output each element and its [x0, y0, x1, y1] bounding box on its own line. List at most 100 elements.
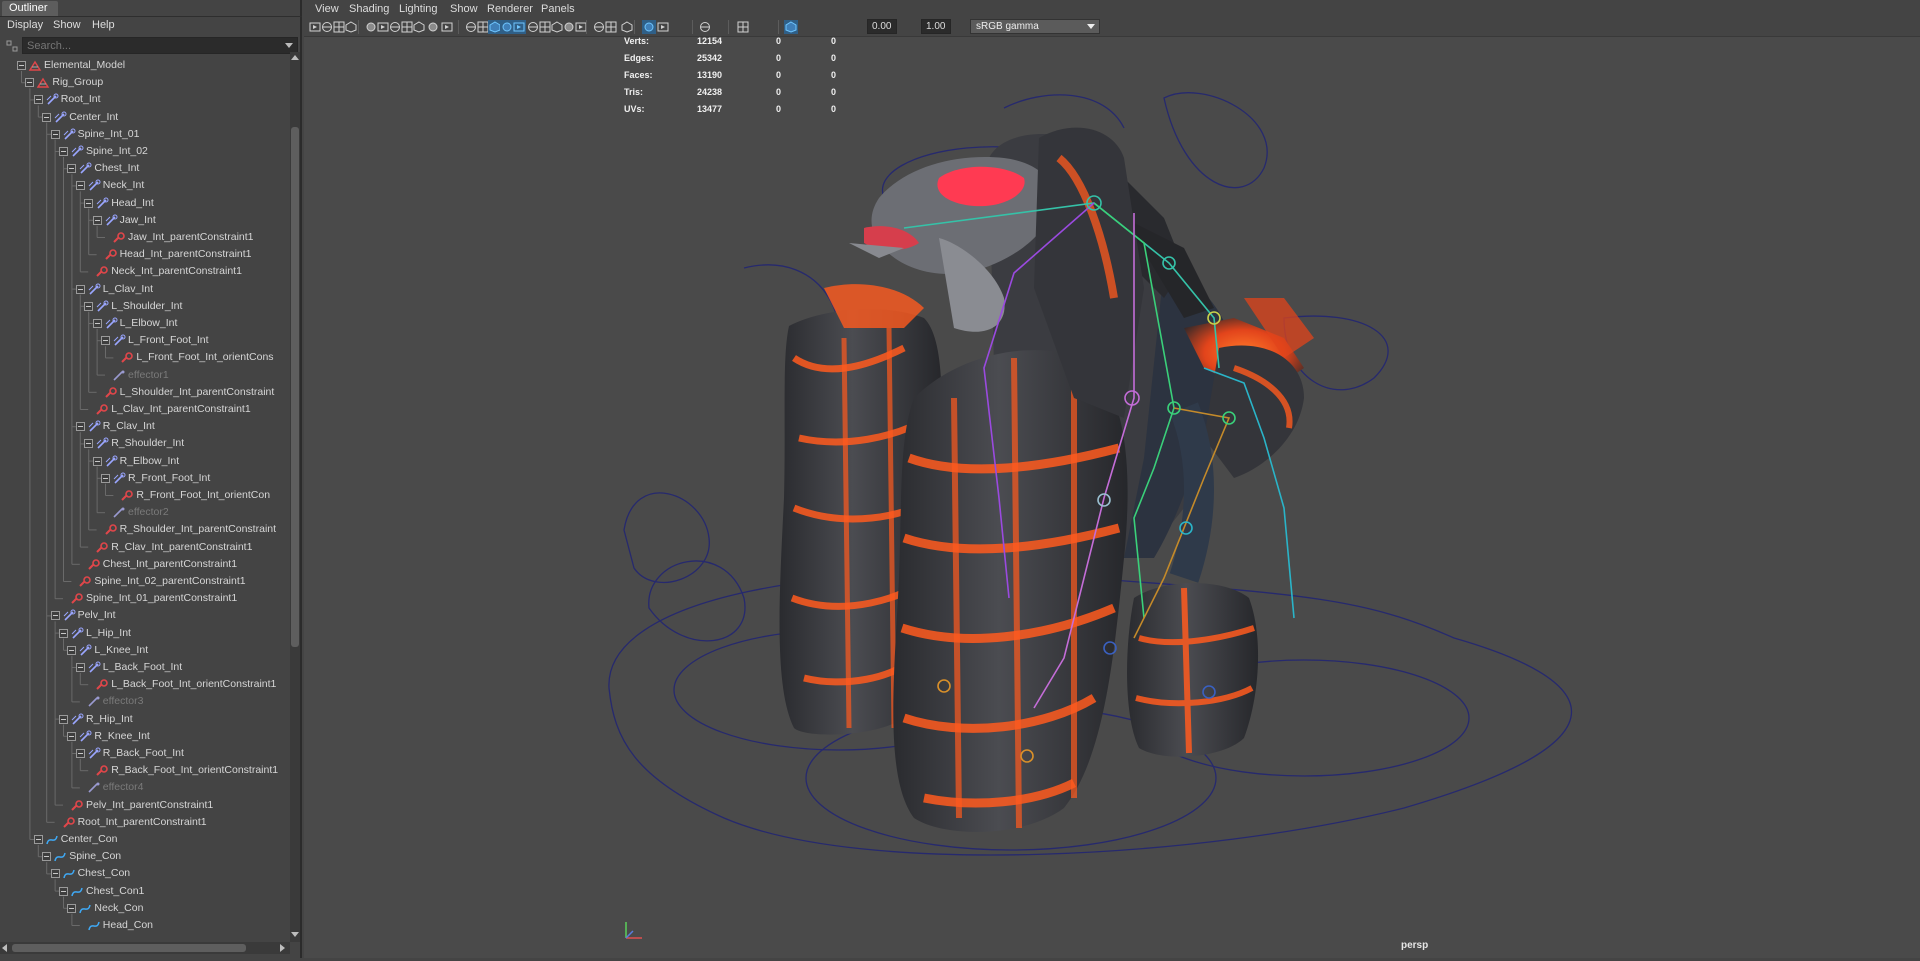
tree-item[interactable]: Neck_Con [0, 900, 290, 917]
tree-item[interactable]: Head_Int_parentConstraint1 [0, 246, 290, 263]
tree-item[interactable]: Spine_Int_01_parentConstraint1 [0, 590, 290, 607]
collapse-toggle-icon[interactable] [33, 835, 43, 844]
tree-item[interactable]: L_Front_Foot_Int_orientCons [0, 349, 290, 366]
tree-item[interactable]: Spine_Con [0, 848, 290, 865]
chevron-down-icon[interactable] [285, 43, 293, 48]
tree-item[interactable]: R_Front_Foot_Int [0, 470, 290, 487]
tree-item[interactable]: L_Clav_Int_parentConstraint1 [0, 401, 290, 418]
menu-show[interactable]: Show [53, 19, 81, 31]
tree-item[interactable]: Center_Int [0, 109, 290, 126]
horizontal-scrollbar[interactable] [0, 942, 290, 954]
collapse-toggle-icon[interactable] [50, 129, 60, 139]
tree-item[interactable]: effector3 [0, 693, 290, 710]
tree-item[interactable]: Rig_Group [0, 74, 290, 91]
search-input[interactable] [23, 38, 273, 53]
collapse-toggle-icon[interactable] [50, 611, 60, 621]
menu-panels[interactable]: Panels [541, 3, 575, 15]
collapse-toggle-icon[interactable] [75, 749, 85, 758]
tree-item[interactable]: L_Shoulder_Int_parentConstraint [0, 384, 290, 401]
tree-item[interactable]: Chest_Int_parentConstraint1 [0, 556, 290, 573]
field-chart-icon[interactable] [412, 20, 426, 34]
collapse-toggle-icon[interactable] [101, 473, 110, 483]
tree-item[interactable]: Chest_Con1 [0, 883, 290, 900]
collapse-toggle-icon[interactable] [59, 147, 68, 156]
xray-components-icon[interactable] [656, 20, 670, 34]
tree-item[interactable]: R_Elbow_Int [0, 453, 290, 470]
menu-show[interactable]: Show [450, 3, 478, 15]
gamma-field[interactable]: 1.00 [921, 19, 951, 34]
tree-item[interactable]: Chest_Int [0, 160, 290, 177]
collapse-toggle-icon[interactable] [59, 628, 68, 638]
3d-scene[interactable] [304, 38, 1920, 958]
color-management-icon[interactable] [784, 20, 798, 34]
scroll-thumb[interactable] [291, 127, 299, 647]
tree-item[interactable]: R_Knee_Int [0, 728, 290, 745]
tree-item[interactable]: R_Front_Foot_Int_orientCon [0, 487, 290, 504]
collapse-toggle-icon[interactable] [92, 319, 102, 328]
search-filter-icon[interactable] [6, 40, 18, 52]
vertical-scrollbar[interactable] [290, 52, 300, 942]
collapse-toggle-icon[interactable] [92, 456, 102, 466]
collapse-toggle-icon[interactable] [59, 886, 68, 896]
tree-item[interactable]: R_Back_Foot_Int_orientConstraint1 [0, 762, 290, 779]
isolate-select-icon[interactable] [604, 20, 618, 34]
tree-item[interactable]: L_Front_Foot_Int [0, 332, 290, 349]
menu-shading[interactable]: Shading [349, 3, 389, 15]
tree-item[interactable]: L_Shoulder_Int [0, 298, 290, 315]
tree-item[interactable]: R_Clav_Int_parentConstraint1 [0, 539, 290, 556]
collapse-toggle-icon[interactable] [67, 731, 77, 741]
tree-item[interactable]: R_Hip_Int [0, 711, 290, 728]
collapse-toggle-icon[interactable] [42, 112, 52, 122]
menu-renderer[interactable]: Renderer [487, 3, 533, 15]
menu-display[interactable]: Display [7, 19, 43, 31]
collapse-toggle-icon[interactable] [84, 198, 94, 208]
xray-joints-icon[interactable] [642, 20, 656, 34]
tree-item[interactable]: L_Back_Foot_Int [0, 659, 290, 676]
outliner-tab[interactable]: Outliner [2, 1, 58, 16]
menu-lighting[interactable]: Lighting [399, 3, 438, 15]
collapse-toggle-icon[interactable] [25, 78, 35, 88]
outliner-search[interactable] [22, 37, 298, 54]
collapse-toggle-icon[interactable] [75, 422, 85, 432]
tree-item[interactable]: Root_Int [0, 91, 290, 108]
tree-item[interactable]: L_Clav_Int [0, 281, 290, 298]
color-space-dropdown[interactable]: sRGB gamma [970, 19, 1100, 34]
image-plane-icon[interactable] [344, 20, 358, 34]
collapse-toggle-icon[interactable] [84, 439, 94, 449]
tree-item[interactable]: Spine_Int_01 [0, 126, 290, 143]
tree-item[interactable]: Pelv_Int_parentConstraint1 [0, 797, 290, 814]
viewport-panel[interactable]: View Shading Lighting Show Renderer Pane… [304, 0, 1920, 958]
tree-item[interactable]: Elemental_Model [0, 57, 290, 74]
collapse-toggle-icon[interactable] [101, 336, 110, 346]
textured-icon[interactable] [512, 20, 526, 34]
exposure-field[interactable]: 0.00 [867, 19, 897, 34]
tree-item[interactable]: R_Shoulder_Int_parentConstraint [0, 521, 290, 538]
tree-item[interactable]: R_Clav_Int [0, 418, 290, 435]
tree-item[interactable]: R_Shoulder_Int [0, 435, 290, 452]
xray-icon[interactable] [620, 20, 634, 34]
tree-item[interactable]: Neck_Int [0, 177, 290, 194]
tree-item[interactable]: Spine_Int_02 [0, 143, 290, 160]
tree-item[interactable]: Head_Int [0, 195, 290, 212]
collapse-toggle-icon[interactable] [59, 714, 68, 724]
tree-item[interactable]: Jaw_Int [0, 212, 290, 229]
collapse-toggle-icon[interactable] [84, 301, 94, 311]
scroll-thumb[interactable] [12, 944, 246, 952]
tree-item[interactable]: Center_Con [0, 831, 290, 848]
menu-view[interactable]: View [315, 3, 339, 15]
exposure-icon[interactable] [698, 20, 712, 34]
collapse-toggle-icon[interactable] [50, 869, 60, 879]
tree-item[interactable]: Chest_Con [0, 865, 290, 882]
collapse-toggle-icon[interactable] [75, 663, 85, 672]
collapse-toggle-icon[interactable] [75, 181, 85, 191]
collapse-toggle-icon[interactable] [67, 903, 77, 913]
tree-item[interactable]: L_Knee_Int [0, 642, 290, 659]
scroll-up-icon[interactable] [291, 55, 299, 60]
tree-item[interactable]: Root_Int_parentConstraint1 [0, 814, 290, 831]
tree-item[interactable]: effector2 [0, 504, 290, 521]
tree-item[interactable]: L_Back_Foot_Int_orientConstraint1 [0, 676, 290, 693]
tree-item[interactable]: Head_Con [0, 917, 290, 934]
tree-item[interactable]: effector1 [0, 367, 290, 384]
collapse-toggle-icon[interactable] [17, 61, 26, 70]
tree-item[interactable]: L_Hip_Int [0, 625, 290, 642]
